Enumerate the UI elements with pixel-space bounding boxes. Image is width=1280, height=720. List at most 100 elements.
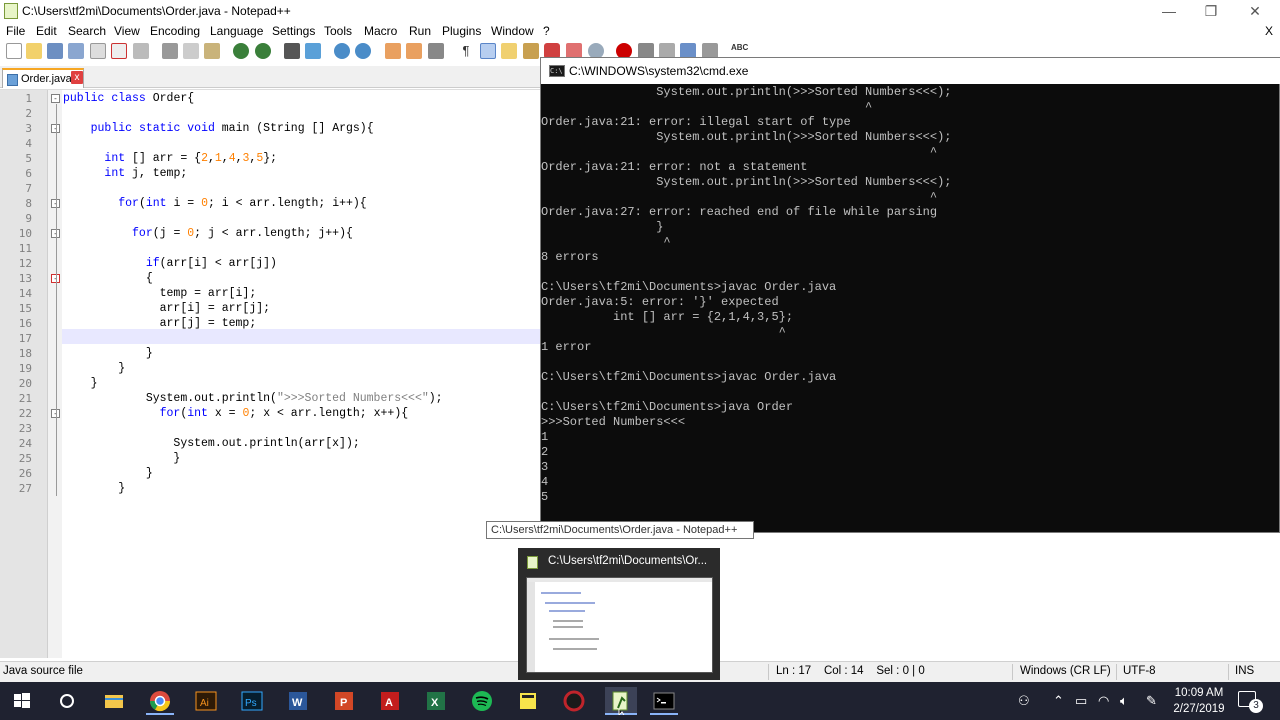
print-icon[interactable] — [133, 43, 149, 59]
sync-vertical-icon[interactable] — [385, 43, 401, 59]
zoom-out-icon[interactable] — [355, 43, 371, 59]
code-line[interactable]: public class Order{ — [63, 91, 194, 106]
menu-search[interactable]: Search — [68, 24, 106, 38]
acrobat-icon[interactable]: A — [376, 687, 404, 715]
cut-icon[interactable] — [162, 43, 178, 59]
find-icon[interactable] — [284, 43, 300, 59]
doc-map-icon[interactable] — [501, 43, 517, 59]
code-line[interactable]: System.out.println(">>>Sorted Numbers<<<… — [63, 391, 443, 406]
save-all-icon[interactable] — [68, 43, 84, 59]
red-app-icon[interactable] — [560, 687, 588, 715]
function-list-icon[interactable] — [523, 43, 539, 59]
cmd-output[interactable]: System.out.println(>>>Sorted Numbers<<<)… — [541, 84, 1279, 532]
excel-icon[interactable]: X — [422, 687, 450, 715]
replace-icon[interactable] — [305, 43, 321, 59]
code-line[interactable]: arr[j] = temp; — [63, 316, 257, 331]
cmd-taskbar-icon[interactable] — [650, 687, 678, 715]
tab-order-java[interactable]: Order.java x — [2, 68, 84, 88]
menu-encoding[interactable]: Encoding — [150, 24, 200, 38]
sticky-notes-icon[interactable] — [514, 687, 542, 715]
menu-plugins[interactable]: Plugins — [442, 24, 481, 38]
code-line[interactable]: { — [63, 271, 153, 286]
show-hidden-icons-chevron[interactable]: ⌃ — [1053, 693, 1064, 709]
close-file-icon[interactable] — [90, 43, 106, 59]
menu-window[interactable]: Window — [491, 24, 534, 38]
code-line[interactable]: } — [63, 451, 180, 466]
copy-icon[interactable] — [183, 43, 199, 59]
menu-help[interactable]: ? — [543, 24, 550, 38]
battery-icon[interactable]: ▭ — [1075, 693, 1087, 709]
tab-close-button[interactable]: x — [71, 71, 83, 84]
cmd-line: 1 error — [541, 340, 592, 354]
code-line[interactable]: temp = arr[i]; — [63, 286, 257, 301]
code-line[interactable]: arr[i] = arr[j]; — [63, 301, 270, 316]
paste-icon[interactable] — [204, 43, 220, 59]
illustrator-icon[interactable]: Ai — [192, 687, 220, 715]
sync-horizontal-icon[interactable] — [406, 43, 422, 59]
taskbar-tooltip: C:\Users\tf2mi\Documents\Order.java - No… — [486, 521, 754, 539]
spotify-icon[interactable] — [468, 687, 496, 715]
indent-guide-icon[interactable] — [480, 43, 496, 59]
code-line[interactable]: for(int i = 0; i < arr.length; i++){ — [63, 196, 367, 211]
word-icon[interactable]: W — [284, 687, 312, 715]
powerpoint-icon[interactable]: P — [330, 687, 358, 715]
close-all-icon[interactable] — [111, 43, 127, 59]
code-line[interactable]: } — [63, 376, 98, 391]
windows-taskbar: Ai Ps W P A X ⚇ ⌃ ▭ ◠ 🔈︎ ✎ 10:09 AM 2/27… — [0, 682, 1280, 720]
code-editor[interactable]: 1 2 3 4 5 6 7 8 9 10 11 12 13 14 15 16 17 18 19 20 21 22 23 24 2… — [0, 89, 540, 658]
line-number: 20 — [18, 377, 32, 390]
cmd-window[interactable]: C:\ C:\WINDOWS\system32\cmd.exe System.o… — [540, 57, 1280, 533]
menu-settings[interactable]: Settings — [272, 24, 315, 38]
window-title: C:\Users\tf2mi\Documents\Order.java - No… — [22, 4, 291, 18]
zoom-in-icon[interactable] — [334, 43, 350, 59]
volume-icon[interactable]: 🔈︎ — [1120, 693, 1128, 709]
code-line[interactable]: } — [63, 466, 153, 481]
code-line[interactable]: } — [63, 481, 125, 496]
tab-bar: Order.java x — [0, 66, 540, 88]
file-explorer-icon[interactable] — [100, 687, 128, 715]
minimize-button[interactable]: — — [1146, 0, 1192, 22]
thumbnail-preview[interactable] — [526, 577, 713, 673]
photoshop-icon[interactable]: Ps — [238, 687, 266, 715]
menu-file[interactable]: File — [6, 24, 25, 38]
system-clock[interactable]: 10:09 AM 2/27/2019 — [1168, 685, 1230, 717]
menu-language[interactable]: Language — [210, 24, 263, 38]
redo-icon[interactable] — [255, 43, 271, 59]
svg-text:W: W — [292, 697, 303, 709]
show-all-chars-icon[interactable]: ¶ — [458, 43, 474, 59]
code-line[interactable]: int j, temp; — [63, 166, 187, 181]
current-line-highlight — [62, 329, 540, 344]
code-line[interactable]: for(int x = 0; x < arr.length; x++){ — [63, 406, 409, 421]
undo-icon[interactable] — [233, 43, 249, 59]
notepadpp-taskbar-icon[interactable] — [605, 687, 637, 718]
code-line[interactable]: public static void main (String [] Args)… — [63, 121, 374, 136]
wifi-icon[interactable]: ◠ — [1098, 693, 1109, 709]
code-line[interactable]: for(j = 0; j < arr.length; j++){ — [63, 226, 353, 241]
maximize-button[interactable]: ❐ — [1188, 0, 1234, 22]
save-icon[interactable] — [47, 43, 63, 59]
windows-start-icon[interactable] — [8, 687, 36, 715]
open-file-icon[interactable] — [26, 43, 42, 59]
code-line[interactable]: System.out.println(arr[x]); — [63, 436, 359, 451]
menu-macro[interactable]: Macro — [364, 24, 397, 38]
menu-tools[interactable]: Tools — [324, 24, 352, 38]
pen-icon[interactable]: ✎ — [1146, 693, 1157, 709]
line-number: 5 — [25, 152, 32, 165]
menu-run[interactable]: Run — [409, 24, 431, 38]
code-line[interactable]: } — [63, 361, 125, 376]
close-button[interactable]: ✕ — [1232, 0, 1278, 22]
code-line[interactable]: } — [63, 346, 153, 361]
chrome-icon[interactable] — [146, 687, 174, 715]
people-icon[interactable]: ⚇ — [1018, 693, 1030, 709]
menu-view[interactable]: View — [114, 24, 140, 38]
new-file-icon[interactable] — [6, 43, 22, 59]
menu-close-doc[interactable]: X — [1265, 24, 1273, 38]
cmd-line: ^ — [541, 190, 938, 204]
code-line[interactable]: if(arr[i] < arr[j]) — [63, 256, 277, 271]
code-line[interactable]: int [] arr = {2,1,4,3,5}; — [63, 151, 277, 166]
cortana-icon[interactable] — [53, 687, 81, 715]
fold-marker-icon[interactable]: - — [51, 94, 60, 103]
taskbar-thumbnail[interactable]: C:\Users\tf2mi\Documents\Or... — [518, 548, 720, 680]
word-wrap-icon[interactable] — [428, 43, 444, 59]
menu-edit[interactable]: Edit — [36, 24, 57, 38]
